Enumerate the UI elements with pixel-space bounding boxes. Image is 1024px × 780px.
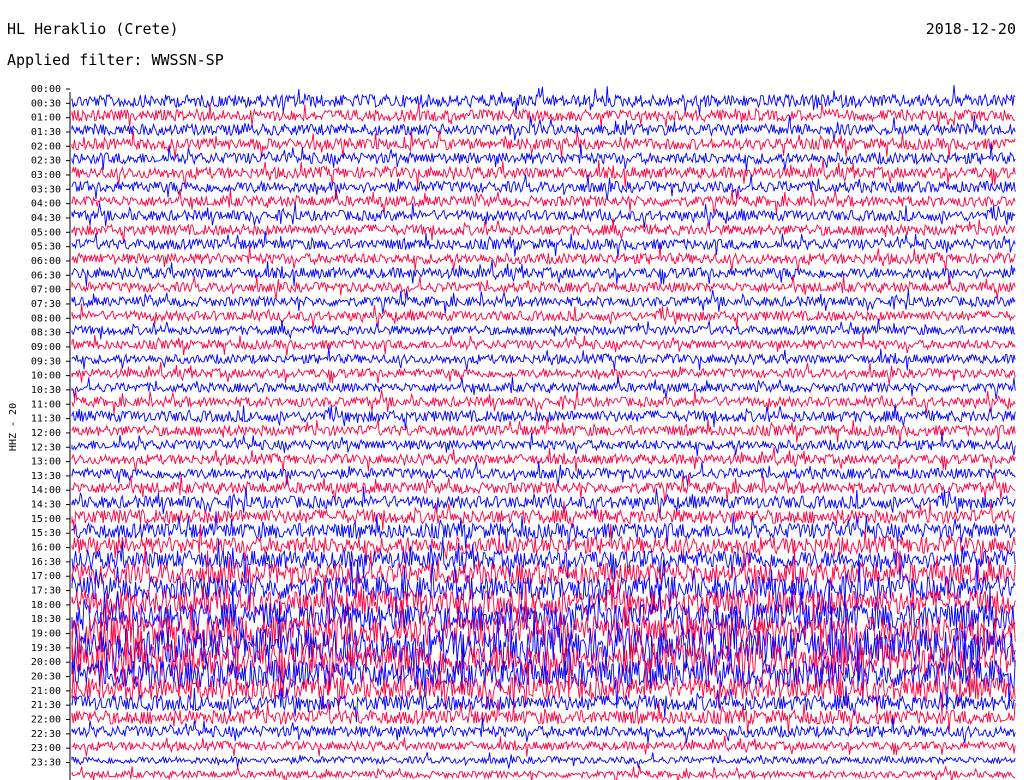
row-time-label: 23:30 [31, 758, 61, 769]
trace-row [71, 376, 1016, 400]
row-time-label: 08:00 [31, 313, 61, 324]
row-time-label: 10:00 [31, 371, 61, 382]
row-time-label: 01:30 [31, 127, 61, 138]
row-time-label: 02:30 [31, 156, 61, 167]
trace-row [71, 461, 1016, 487]
trace-row [71, 158, 1016, 187]
trace-row [71, 389, 1016, 415]
trace-row [71, 699, 1016, 735]
row-time-label: 07:00 [31, 285, 61, 296]
row-time-label: 20:00 [31, 657, 61, 668]
row-time-label: 12:30 [31, 442, 61, 453]
trace-row [71, 318, 1016, 340]
row-time-label: 19:00 [31, 629, 61, 640]
row-time-label: 20:30 [31, 672, 61, 683]
channel-label: HHZ - 20 [8, 403, 19, 451]
row-time-label: 18:30 [31, 614, 61, 625]
row-time-label: 01:00 [31, 113, 61, 124]
row-time-label: 02:00 [31, 141, 61, 152]
row-time-label: 22:30 [31, 729, 61, 740]
trace-row [71, 362, 1016, 385]
row-time-label: 00:00 [31, 84, 61, 95]
row-time-label: 04:00 [31, 199, 61, 210]
row-time-label: 09:00 [31, 342, 61, 353]
row-time-label: 09:30 [31, 356, 61, 367]
row-time-label: 21:00 [31, 686, 61, 697]
row-time-label: 15:30 [31, 528, 61, 539]
row-time-label: 04:30 [31, 213, 61, 224]
row-time-label: 11:30 [31, 414, 61, 425]
trace-row [71, 447, 1016, 472]
row-time-label: 13:00 [31, 457, 61, 468]
trace-row [71, 245, 1016, 272]
trace-row [71, 486, 1016, 518]
trace-row [71, 188, 1016, 215]
row-time-label: 14:30 [31, 500, 61, 511]
row-time-label: 05:00 [31, 227, 61, 238]
row-time-label: 16:00 [31, 543, 61, 554]
row-time-label: 23:00 [31, 743, 61, 754]
row-time-label: 19:30 [31, 643, 61, 654]
row-time-label: 17:30 [31, 586, 61, 597]
trace-row [71, 474, 1016, 503]
row-time-label: 16:30 [31, 557, 61, 568]
trace-row [71, 735, 1016, 757]
trace-row [71, 275, 1016, 300]
trace-row [71, 174, 1016, 201]
trace-row [71, 129, 1016, 159]
row-time-label: 11:00 [31, 399, 61, 410]
row-time-label: 07:30 [31, 299, 61, 310]
row-time-label: 05:30 [31, 242, 61, 253]
trace-row [71, 766, 1016, 780]
row-time-label: 18:00 [31, 600, 61, 611]
trace-row [71, 202, 1016, 229]
trace-row [71, 752, 1016, 769]
trace-row [71, 289, 1016, 315]
trace-row [71, 303, 1016, 329]
helicorder-plot: 00:00 00:30 01:00 01:30 02:00 02:30 03:00 03:30… [8, 84, 1016, 780]
row-time-label: 06:30 [31, 270, 61, 281]
row-time-label: 10:30 [31, 385, 61, 396]
row-time-label: 22:00 [31, 715, 61, 726]
row-time-label: 15:00 [31, 514, 61, 525]
time-label-group: 00:00 00:30 01:00 01:30 02:00 02:30 03:00 03:30… [31, 84, 70, 769]
row-time-label: 03:00 [31, 170, 61, 181]
row-time-label: 12:00 [31, 428, 61, 439]
row-time-label: 03:30 [31, 184, 61, 195]
trace-row [71, 85, 1016, 115]
row-time-label: 21:30 [31, 700, 61, 711]
row-time-label: 08:30 [31, 328, 61, 339]
trace-group [69, 85, 1016, 780]
trace-row [71, 347, 1016, 371]
row-time-label: 00:30 [31, 98, 61, 109]
trace-row [71, 333, 1016, 356]
row-time-label: 06:00 [31, 256, 61, 267]
row-time-label: 17:00 [31, 571, 61, 582]
row-time-label: 14:00 [31, 485, 61, 496]
row-time-label: 13:30 [31, 471, 61, 482]
